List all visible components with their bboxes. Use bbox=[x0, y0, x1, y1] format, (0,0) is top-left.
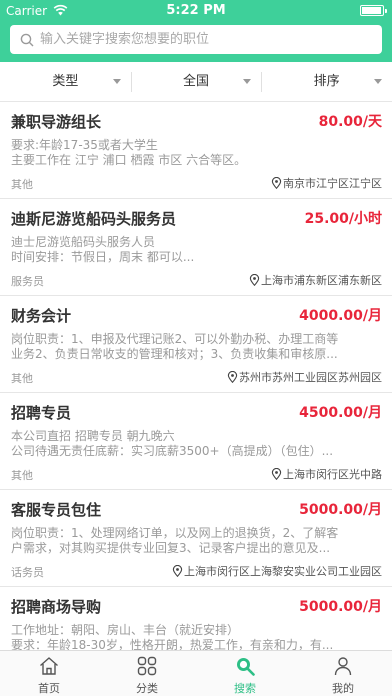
job-category: 其他 bbox=[11, 372, 33, 385]
tab-search[interactable]: 搜索 bbox=[196, 651, 294, 696]
tab-home-label: 首页 bbox=[38, 682, 60, 695]
job-title: 财务会计 bbox=[11, 307, 72, 325]
location-pin-icon bbox=[249, 274, 260, 286]
location-pin-icon bbox=[271, 468, 282, 480]
search-input[interactable] bbox=[40, 25, 370, 54]
job-item[interactable]: 兼职导游组长 80.00/天 要求:年龄17-35或者大学生 主要工作在 江宁 浦… bbox=[0, 102, 392, 199]
job-location: 上海市闵行区光中路 bbox=[271, 466, 382, 482]
job-location-text: 上海市浦东新区浦东新区 bbox=[261, 274, 382, 287]
filter-bar: 类型 全国 排序 bbox=[0, 62, 392, 102]
caret-down-icon bbox=[374, 79, 383, 84]
job-salary: 4500.00/月 bbox=[299, 405, 382, 421]
filter-type[interactable]: 类型 bbox=[0, 62, 131, 101]
job-location: 南京市江宁区江宁区 bbox=[271, 175, 382, 191]
search-icon bbox=[20, 33, 34, 47]
filter-sort[interactable]: 排序 bbox=[261, 62, 392, 101]
filter-sort-label: 排序 bbox=[313, 74, 340, 89]
job-location-text: 上海市闵行区光中路 bbox=[283, 468, 382, 481]
location-pin-icon bbox=[172, 565, 183, 577]
battery-icon bbox=[360, 5, 387, 16]
job-description: 岗位职责：1、申报及代理记账2、可以外勤办税、办理工商等 业务2、负责日常收支的管… bbox=[11, 332, 339, 361]
job-item[interactable]: 财务会计 4000.00/月 岗位职责：1、申报及代理记账2、可以外勤办税、办理… bbox=[0, 296, 392, 393]
job-list[interactable]: 兼职导游组长 80.00/天 要求:年龄17-35或者大学生 主要工作在 江宁 浦… bbox=[0, 102, 392, 650]
job-category: 其他 bbox=[11, 178, 33, 191]
job-item[interactable]: 客服专员包住 5000.00/月 岗位职责：1、处理网络订单，以及网上的退换货，… bbox=[0, 490, 392, 587]
job-title: 招聘商场导购 bbox=[11, 598, 102, 616]
job-category: 其他 bbox=[11, 469, 33, 482]
job-title: 客服专员包住 bbox=[11, 501, 102, 519]
job-salary: 4000.00/月 bbox=[299, 308, 382, 324]
person-icon bbox=[334, 657, 352, 676]
caret-down-icon bbox=[112, 79, 121, 84]
header-bar: Carrier 5:22 PM bbox=[0, 0, 392, 62]
job-location: 上海市闵行区上海黎安实业公司工业园区 bbox=[172, 563, 382, 579]
job-location: 上海市浦东新区浦东新区 bbox=[249, 272, 382, 288]
job-salary: 5000.00/月 bbox=[299, 502, 382, 518]
clock: 5:22 PM bbox=[166, 3, 226, 18]
job-category: 服务员 bbox=[11, 275, 44, 288]
location-pin-icon bbox=[271, 177, 282, 189]
job-description: 工作地址：朝阳、房山、丰台（就近安排） 要求：年龄18-30岁，性格开朗，热爱工作… bbox=[11, 623, 334, 650]
job-item[interactable]: 招聘专员 4500.00/月 本公司直招 招聘专员 朝九晚六 公司待遇无责任底薪：… bbox=[0, 393, 392, 490]
tab-category[interactable]: 分类 bbox=[98, 651, 196, 696]
tab-category-label: 分类 bbox=[136, 682, 158, 695]
job-location-text: 苏州市苏州工业园区苏州园区 bbox=[239, 371, 382, 384]
caret-down-icon bbox=[243, 79, 252, 84]
job-description: 要求:年龄17-35或者大学生 主要工作在 江宁 浦口 栖霞 市区 六合等区。 bbox=[11, 138, 247, 167]
job-location-text: 南京市江宁区江宁区 bbox=[283, 177, 382, 190]
job-description: 岗位职责：1、处理网络订单，以及网上的退换货，2、了解客 户需求，对其购买提供专业… bbox=[11, 526, 339, 555]
search-icon bbox=[237, 658, 255, 676]
job-category: 话务员 bbox=[11, 566, 44, 579]
tab-bar: 首页 分类 搜索 我的 bbox=[0, 650, 392, 696]
job-item[interactable]: 招聘商场导购 5000.00/月 工作地址：朝阳、房山、丰台（就近安排） 要求：年… bbox=[0, 587, 392, 650]
job-location: 苏州市苏州工业园区苏州园区 bbox=[227, 369, 382, 385]
filter-region[interactable]: 全国 bbox=[130, 62, 262, 101]
tab-home[interactable]: 首页 bbox=[0, 651, 98, 696]
tab-mine-label: 我的 bbox=[332, 682, 354, 695]
category-grid-icon bbox=[137, 656, 157, 676]
job-title: 兼职导游组长 bbox=[11, 113, 102, 131]
job-salary: 80.00/天 bbox=[318, 114, 382, 130]
job-description: 迪士尼游览船码头服务人员 时间安排：节假日，周末 都可以... bbox=[11, 235, 195, 264]
home-icon bbox=[40, 657, 58, 675]
search-bar[interactable] bbox=[10, 25, 382, 54]
status-bar: Carrier 5:22 PM bbox=[0, 0, 392, 22]
filter-type-label: 类型 bbox=[52, 74, 79, 89]
job-item[interactable]: 迪斯尼游览船码头服务员 25.00/小时 迪士尼游览船码头服务人员 时间安排：节假… bbox=[0, 199, 392, 296]
job-title: 招聘专员 bbox=[11, 404, 72, 422]
job-title: 迪斯尼游览船码头服务员 bbox=[11, 210, 177, 228]
tab-search-label: 搜索 bbox=[234, 682, 256, 695]
filter-region-label: 全国 bbox=[183, 74, 210, 89]
tab-mine[interactable]: 我的 bbox=[294, 651, 392, 696]
job-location-text: 上海市闵行区上海黎安实业公司工业园区 bbox=[184, 565, 382, 578]
job-salary: 5000.00/月 bbox=[299, 599, 382, 615]
job-salary: 25.00/小时 bbox=[304, 211, 382, 227]
job-description: 本公司直招 招聘专员 朝九晚六 公司待遇无责任底薪：实习底薪3500+（高提成）（… bbox=[11, 429, 334, 458]
location-pin-icon bbox=[227, 371, 238, 383]
